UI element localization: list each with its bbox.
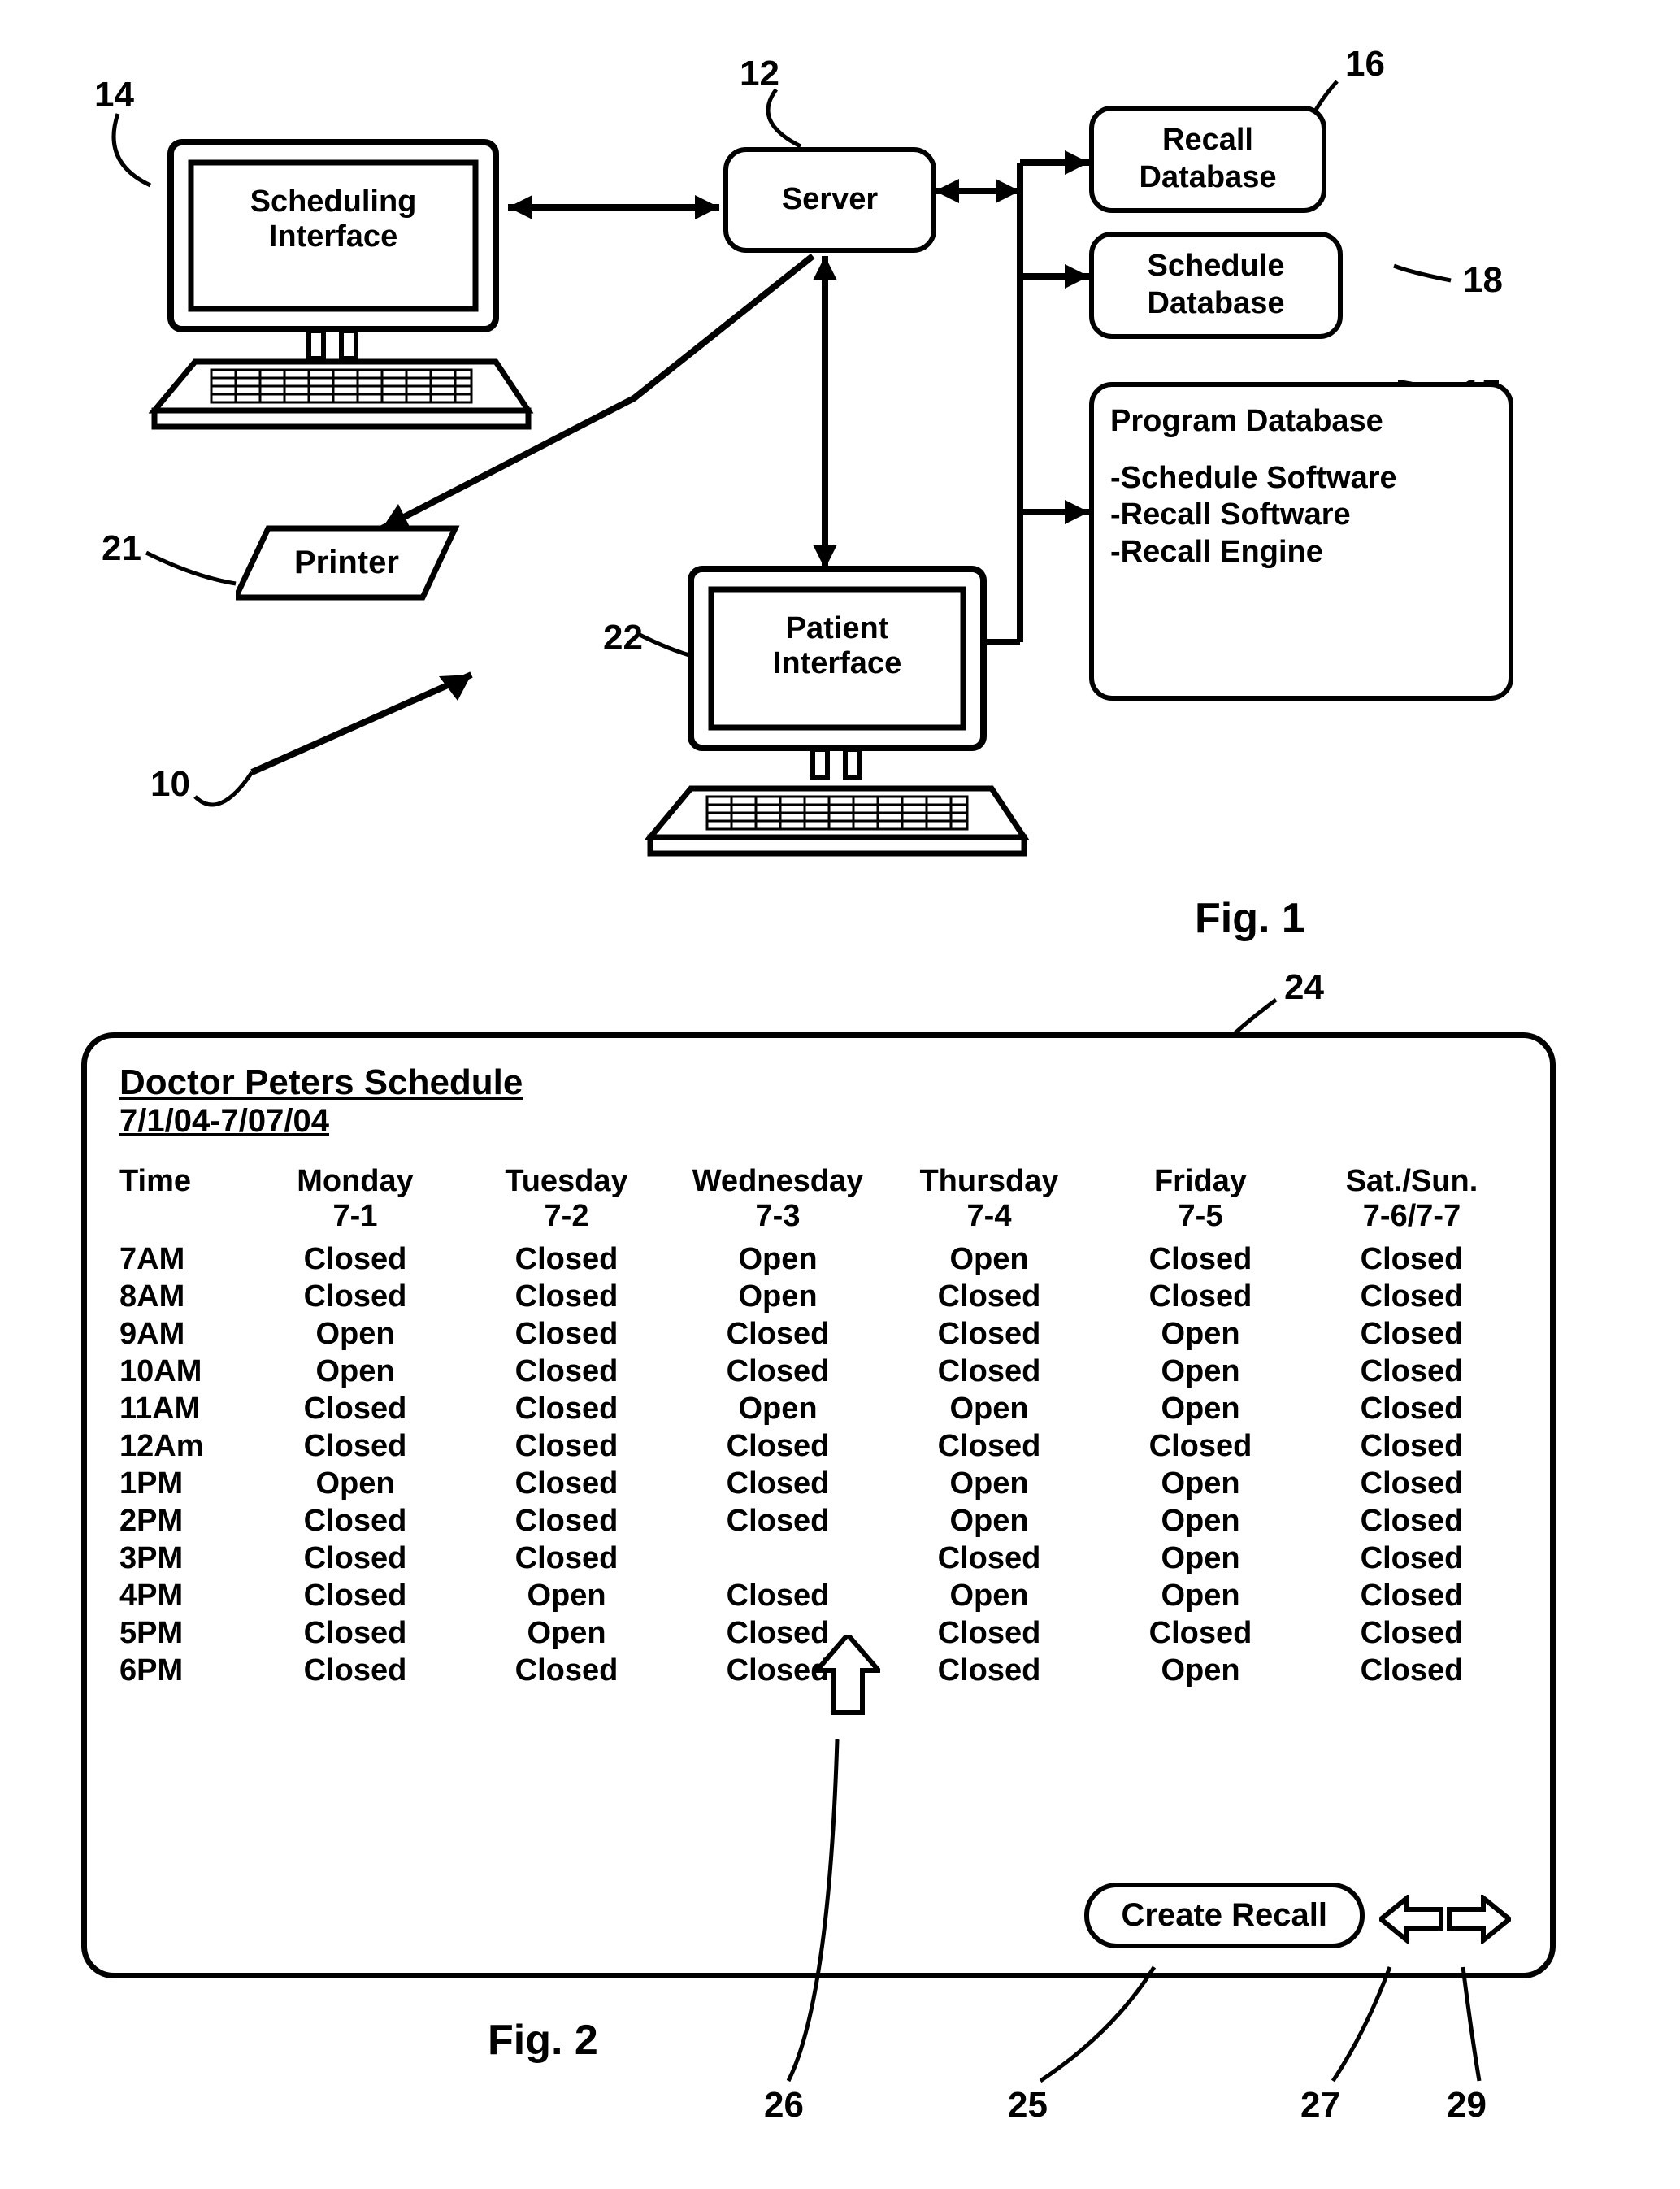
ref-25: 25 [1008, 2085, 1048, 2126]
ref-27: 27 [1300, 2085, 1340, 2126]
ref-26: 26 [764, 2085, 804, 2126]
ref-29: 29 [1447, 2085, 1487, 2126]
